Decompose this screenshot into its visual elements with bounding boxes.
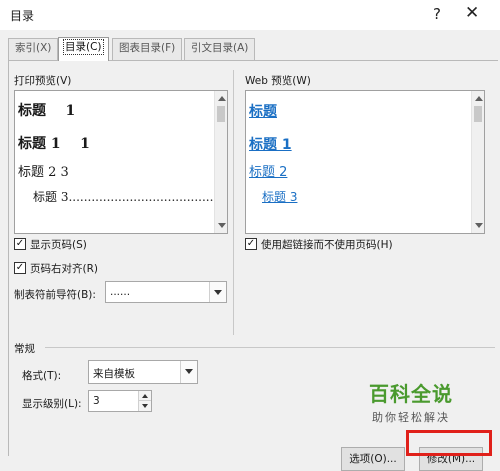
web-preview-link[interactable]: 标题 xyxy=(249,101,277,121)
levels-label: 显示级别(L): xyxy=(22,398,82,410)
watermark-brand: 百科全说 xyxy=(369,382,453,406)
tab-index[interactable]: 索引(X) xyxy=(8,38,59,60)
help-icon[interactable]: ? xyxy=(433,5,441,23)
decrement-icon[interactable] xyxy=(139,401,151,411)
options-button[interactable]: 选项(O)... xyxy=(341,447,405,471)
print-preview-line: 标题 2 3 xyxy=(18,165,69,180)
print-preview-label: 打印预览(V) xyxy=(14,75,72,87)
chevron-down-icon[interactable] xyxy=(209,282,226,302)
web-preview-label: Web 预览(W) xyxy=(245,75,311,87)
tab-toc[interactable]: 目录(C) xyxy=(58,37,109,61)
window-title: 目录 xyxy=(10,9,35,23)
show-page-numbers-label[interactable]: 显示页码(S) xyxy=(30,237,87,252)
tab-table-of-figures[interactable]: 图表目录(F) xyxy=(112,38,183,60)
print-preview-line: 标题 1 1 xyxy=(18,136,90,152)
column-divider xyxy=(233,70,234,335)
chevron-down-icon[interactable] xyxy=(180,361,197,383)
title-bar: 目录 ? ✕ xyxy=(0,0,500,30)
web-preview-link[interactable]: 标题 1 xyxy=(249,134,292,154)
print-preview-line: 标题 1 xyxy=(18,103,76,119)
general-section-label: 常规 xyxy=(14,343,35,355)
web-preview-link[interactable]: 标题 3 xyxy=(262,188,297,205)
highlight-box xyxy=(406,430,492,456)
scroll-thumb[interactable] xyxy=(474,106,482,122)
print-preview-box: 标题 1 标题 1 1 标题 2 3 标题 3.................… xyxy=(14,90,228,234)
scroll-up-icon[interactable] xyxy=(218,96,226,101)
print-preview-line: 标题 3....................................… xyxy=(33,190,225,204)
formats-label: 格式(T): xyxy=(22,370,62,382)
use-hyperlinks-label[interactable]: 使用超链接而不使用页码(H) xyxy=(261,237,393,252)
use-hyperlinks-checkbox[interactable]: ✓ xyxy=(245,238,257,250)
tab-table-of-authorities[interactable]: 引文目录(A) xyxy=(184,38,256,60)
close-icon[interactable]: ✕ xyxy=(465,3,479,23)
scroll-down-icon[interactable] xyxy=(475,223,483,228)
scroll-down-icon[interactable] xyxy=(218,223,226,228)
show-page-numbers-checkbox[interactable]: ✓ xyxy=(14,238,26,250)
print-preview-scrollbar[interactable] xyxy=(214,91,227,233)
scroll-thumb[interactable] xyxy=(217,106,225,122)
right-align-checkbox[interactable]: ✓ xyxy=(14,262,26,274)
web-preview-link[interactable]: 标题 2 xyxy=(249,161,287,180)
general-divider xyxy=(45,347,495,348)
watermark: 百科全说 助你轻松解决 xyxy=(366,378,456,425)
increment-icon[interactable] xyxy=(139,391,151,401)
web-preview-box: 标题 标题 1 标题 2 标题 3 xyxy=(245,90,485,234)
right-align-label[interactable]: 页码右对齐(R) xyxy=(30,261,98,276)
web-preview-scrollbar[interactable] xyxy=(471,91,484,233)
tab-leader-select[interactable]: ...... xyxy=(105,281,227,303)
scroll-up-icon[interactable] xyxy=(475,96,483,101)
formats-select[interactable]: 来自模板 xyxy=(88,360,198,384)
tab-leader-label: 制表符前导符(B): xyxy=(14,289,96,301)
levels-stepper[interactable]: 3 xyxy=(88,390,152,412)
watermark-slogan: 助你轻松解决 xyxy=(372,411,450,424)
